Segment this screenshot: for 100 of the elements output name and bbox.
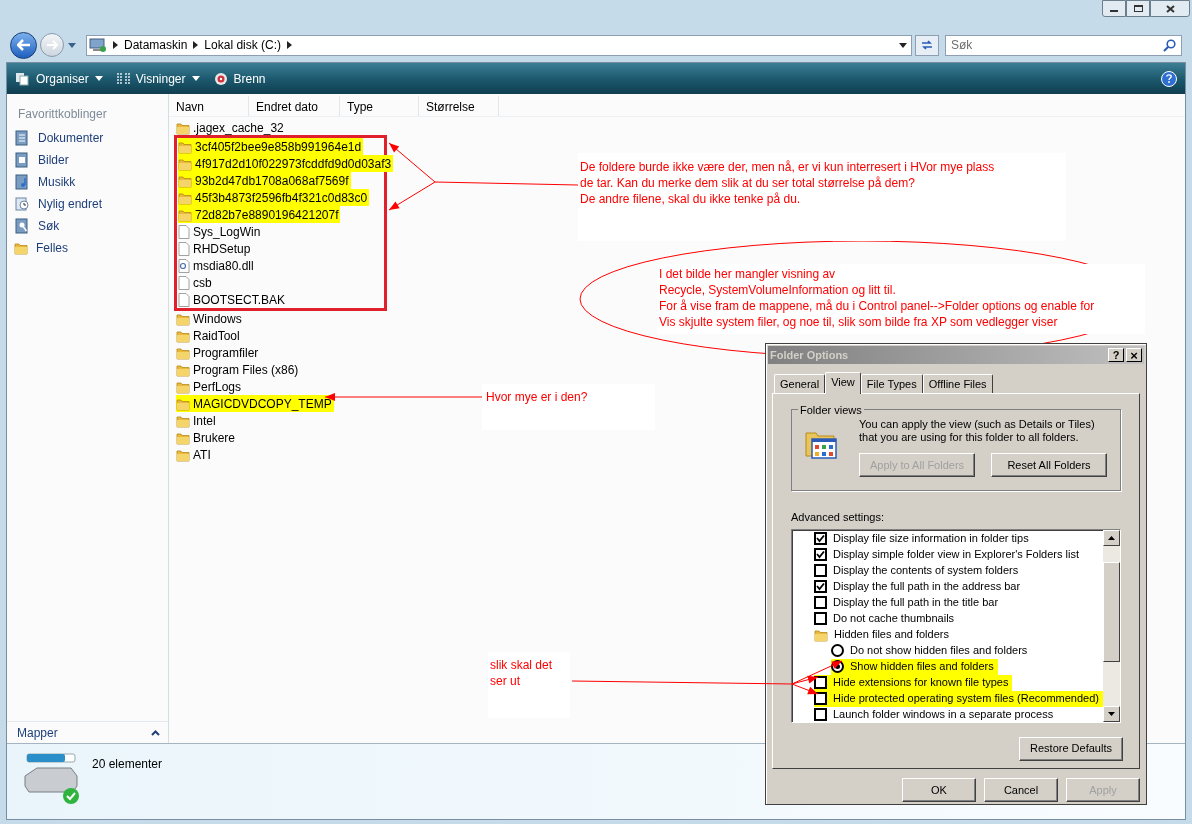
- file-row[interactable]: csb: [178, 274, 214, 291]
- caret-icon: [94, 76, 103, 81]
- file-row[interactable]: Intel: [176, 412, 218, 429]
- file-row[interactable]: 72d82b7e8890196421207f: [178, 206, 341, 223]
- scroll-up-button[interactable]: [1103, 529, 1120, 546]
- column-header[interactable]: Type: [340, 96, 419, 116]
- setting-row[interactable]: Display the full path in the title bar: [814, 594, 1003, 611]
- folder-icon: [178, 156, 192, 171]
- close-button[interactable]: ×: [1126, 348, 1142, 362]
- file-row[interactable]: 93b2d47db1708a068af7569f: [178, 172, 351, 189]
- setting-row[interactable]: Display file size information in folder tips: [814, 530, 1033, 547]
- minimize-button[interactable]: [1102, 0, 1126, 17]
- checkbox[interactable]: [814, 564, 827, 577]
- dialog-button[interactable]: Cancel: [984, 778, 1058, 802]
- search-field[interactable]: Søk: [945, 34, 1182, 56]
- back-button[interactable]: [10, 31, 37, 59]
- file-row[interactable]: Windows: [176, 310, 244, 327]
- search-icon: [1163, 38, 1176, 52]
- file-row[interactable]: BOOTSECT.BAK: [178, 291, 288, 308]
- checkbox[interactable]: [814, 596, 827, 609]
- file-row[interactable]: ATI: [176, 446, 213, 463]
- setting-row[interactable]: Show hidden files and folders: [831, 658, 998, 675]
- dialog-button[interactable]: Reset All Folders: [991, 453, 1107, 477]
- sidebar-item[interactable]: Dokumenter: [14, 130, 168, 146]
- folder-icon: [176, 345, 190, 360]
- file-name: MAGICDVDCOPY_TEMP: [193, 395, 332, 413]
- file-icon: [178, 241, 190, 256]
- file-row[interactable]: MAGICDVDCOPY_TEMP: [176, 395, 334, 412]
- close-button[interactable]: [1150, 0, 1190, 17]
- checkbox[interactable]: [814, 692, 827, 705]
- help-button[interactable]: [1161, 70, 1177, 87]
- folder-icon: [176, 120, 190, 135]
- sidebar-item[interactable]: Felles: [14, 240, 168, 256]
- restore-defaults-button[interactable]: Restore Defaults: [1019, 736, 1123, 761]
- maximize-button[interactable]: [1126, 0, 1150, 17]
- column-header[interactable]: Størrelse: [419, 96, 499, 116]
- checkbox[interactable]: [814, 708, 827, 721]
- checkbox[interactable]: [814, 532, 827, 545]
- checkbox[interactable]: [814, 580, 827, 593]
- setting-label: Hidden files and folders: [834, 627, 949, 643]
- scroll-thumb[interactable]: [1103, 561, 1120, 662]
- file-row[interactable]: .jagex_cache_32: [176, 119, 286, 136]
- setting-label: Display file size information in folder tips: [833, 531, 1029, 547]
- address-field[interactable]: Datamaskin Lokal disk (C:): [86, 34, 912, 56]
- breadcrumb[interactable]: Datamaskin: [124, 36, 188, 54]
- file-row[interactable]: msdia80.dll: [178, 257, 256, 274]
- toolbar-button[interactable]: Visninger: [116, 69, 200, 88]
- column-header[interactable]: Navn: [169, 96, 249, 116]
- sidebar-item[interactable]: Nylig endret: [14, 196, 168, 212]
- file-icon: [178, 292, 190, 307]
- checkbox[interactable]: [814, 676, 827, 689]
- file-row[interactable]: RaidTool: [176, 327, 242, 344]
- scroll-down-button[interactable]: [1103, 705, 1120, 722]
- file-row[interactable]: Sys_LogWin: [178, 223, 263, 240]
- radio-button[interactable]: [831, 644, 844, 657]
- setting-row[interactable]: Do not cache thumbnails: [814, 610, 959, 627]
- dialog-button[interactable]: OK: [902, 778, 976, 802]
- file-row[interactable]: PerfLogs: [176, 378, 244, 395]
- annotation-text: Hvor mye er i den?: [486, 389, 589, 405]
- refresh-button[interactable]: [915, 34, 939, 56]
- file-name: .jagex_cache_32: [193, 119, 284, 137]
- setting-row[interactable]: Hidden files and folders: [814, 626, 953, 643]
- chevron-icon: [113, 41, 118, 49]
- setting-row[interactable]: Display the full path in the address bar: [814, 578, 1025, 595]
- sidebar-item[interactable]: Bilder: [14, 152, 168, 168]
- column-header[interactable]: Endret dato: [249, 96, 340, 116]
- file-row[interactable]: Brukere: [176, 429, 238, 446]
- setting-row[interactable]: Do not show hidden files and folders: [831, 642, 1032, 659]
- chevron-icon: [193, 41, 199, 49]
- history-dropdown[interactable]: [67, 40, 77, 50]
- file-row[interactable]: Programfiler: [176, 344, 261, 361]
- folder-icon: [176, 362, 190, 377]
- tab[interactable]: General: [774, 374, 826, 393]
- tab[interactable]: Offline Files: [922, 374, 993, 393]
- file-row[interactable]: Program Files (x86): [176, 361, 301, 378]
- item-count: 20 elementer: [92, 756, 163, 773]
- annotation-text: slik skal det ser ut: [490, 657, 554, 689]
- sidebar-item[interactable]: Musikk: [14, 174, 168, 190]
- caret-icon: [68, 42, 76, 48]
- search-input[interactable]: Søk: [951, 36, 1163, 54]
- help-button[interactable]: ?: [1108, 348, 1124, 362]
- tab[interactable]: File Types: [860, 374, 923, 393]
- setting-label: Display the contents of system folders: [833, 563, 1019, 579]
- file-name: csb: [193, 274, 212, 292]
- file-row[interactable]: RHDSetup: [178, 240, 253, 257]
- checkbox[interactable]: [814, 548, 827, 561]
- folder-icon: [176, 447, 190, 462]
- tab[interactable]: View: [825, 372, 861, 394]
- annotation-text: I det bilde her mangler visning av Recycle, SystemVolumeInformation og litt til. For å vise fram de mappene, må du i Control panel-->Folder options og enable for Vis skjulte system filer, og noe til, slik som bilde fra XP som vedlegger viser: [659, 266, 1096, 330]
- back-arrow-icon: [16, 39, 31, 51]
- folder-icon: [176, 311, 190, 326]
- sidebar-item[interactable]: Søk: [14, 218, 168, 234]
- toolbar-button[interactable]: Organiser: [15, 69, 103, 88]
- scrollbar[interactable]: [1103, 529, 1120, 722]
- breadcrumb[interactable]: Lokal disk (C:): [204, 36, 282, 54]
- setting-row[interactable]: Display the contents of system folders: [814, 562, 1023, 579]
- checkbox[interactable]: [814, 612, 827, 625]
- folder-icon: [178, 139, 192, 154]
- toolbar-button[interactable]: Brenn: [213, 69, 266, 88]
- question-mark-icon: [1166, 74, 1172, 83]
